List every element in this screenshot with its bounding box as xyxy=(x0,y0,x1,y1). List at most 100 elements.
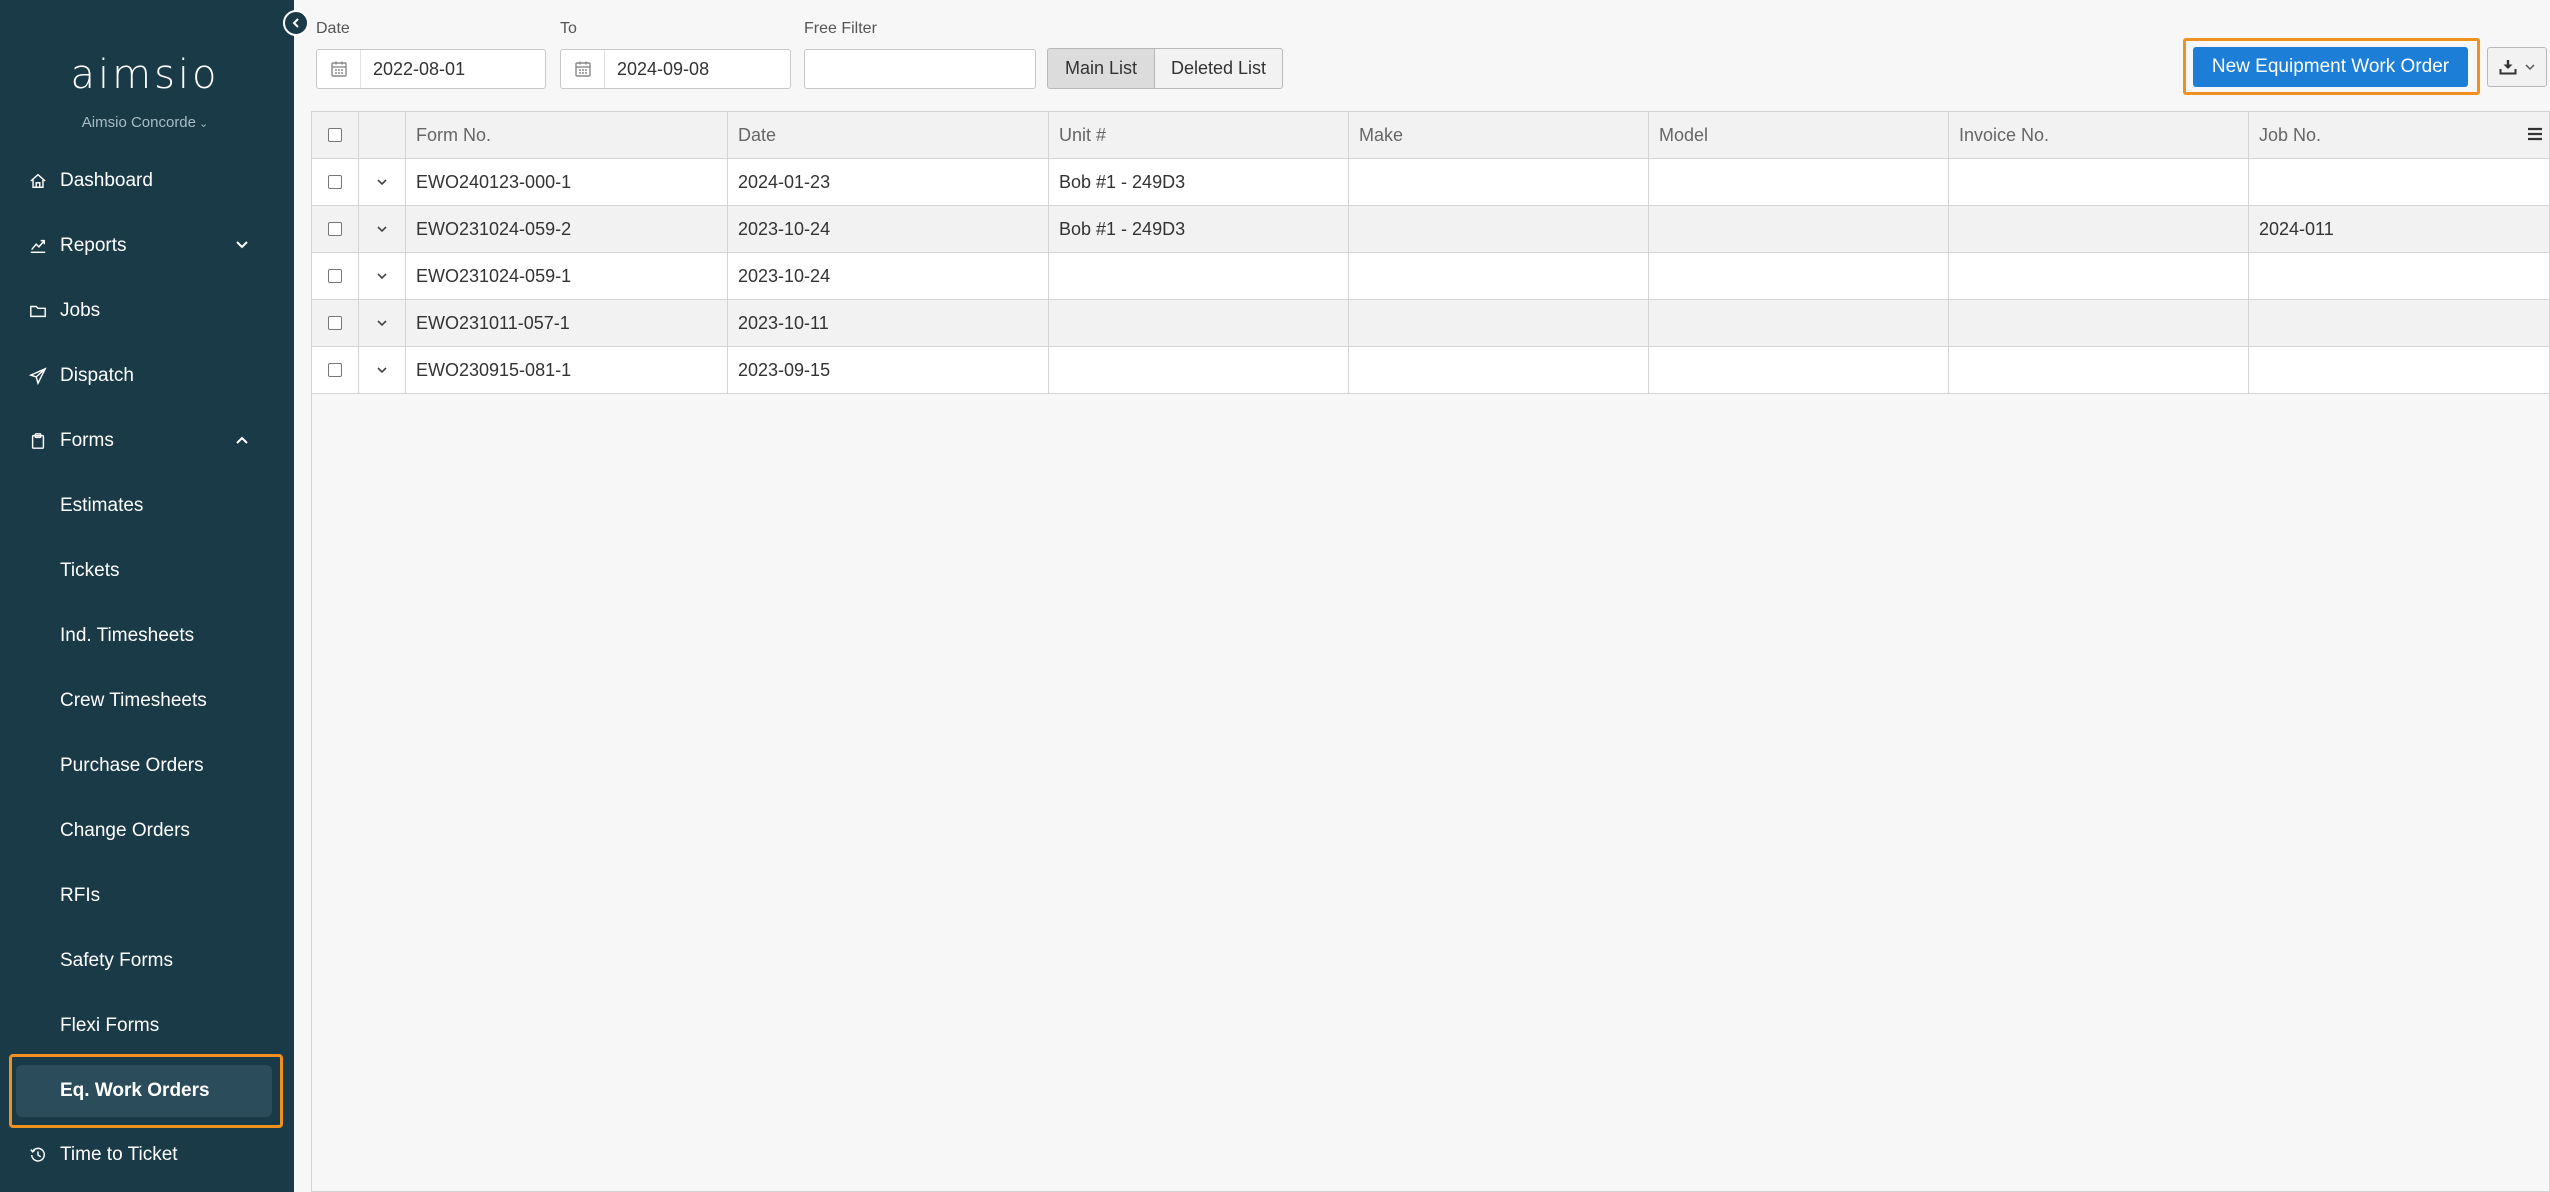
row-select-cell xyxy=(312,300,359,346)
calendar-icon[interactable] xyxy=(317,50,361,88)
cell-model xyxy=(1649,253,1949,299)
chart-icon xyxy=(28,236,48,256)
row-expand-cell xyxy=(359,159,406,205)
sidebar-item-tickets[interactable]: Tickets xyxy=(0,538,294,603)
cell-unit xyxy=(1049,300,1349,346)
chevron-down-icon[interactable] xyxy=(234,237,250,253)
chevron-down-icon: ⌄ xyxy=(199,118,209,130)
chevron-down-icon[interactable] xyxy=(376,225,388,233)
table-row[interactable]: EWO231024-059-1 2023-10-24 xyxy=(312,253,2549,300)
sidebar-item-rfis[interactable]: RFIs xyxy=(0,863,294,928)
sidebar: aimsio Aimsio Concorde ⌄ Dashboard Report… xyxy=(0,0,294,1192)
row-select-cell xyxy=(312,347,359,393)
row-checkbox[interactable] xyxy=(328,269,342,283)
sidebar-item-label: Time to Ticket xyxy=(60,1143,178,1165)
cell-unit xyxy=(1049,347,1349,393)
cell-form-no: EWO230915-081-1 xyxy=(406,347,728,393)
table-row[interactable]: EWO240123-000-1 2024-01-23 Bob #1 - 249D… xyxy=(312,159,2549,206)
chevron-down-icon[interactable] xyxy=(376,178,388,186)
cell-job-no xyxy=(2249,253,2549,299)
column-menu-icon[interactable] xyxy=(2525,124,2545,144)
cell-form-no: EWO240123-000-1 xyxy=(406,159,728,205)
sidebar-collapse-button[interactable] xyxy=(283,10,309,36)
date-to-label: To xyxy=(560,20,577,37)
calendar-icon[interactable] xyxy=(561,50,605,88)
date-from-label: Date xyxy=(316,20,350,37)
sidebar-item-ind-timesheets[interactable]: Ind. Timesheets xyxy=(0,603,294,668)
cell-make xyxy=(1349,253,1649,299)
cell-make xyxy=(1349,300,1649,346)
grid-header: Form No. Date Unit # Make Model Invoice … xyxy=(312,112,2549,159)
clock-history-icon xyxy=(28,1145,48,1165)
chevron-left-icon xyxy=(292,18,299,28)
export-button[interactable] xyxy=(2487,47,2547,87)
cell-form-no: EWO231011-057-1 xyxy=(406,300,728,346)
sidebar-item-estimates[interactable]: Estimates xyxy=(0,473,294,538)
cell-invoice-no xyxy=(1949,206,2249,252)
app-logo[interactable]: aimsio xyxy=(0,52,290,98)
column-header-job-no[interactable]: Job No. xyxy=(2249,112,2549,158)
cell-form-no: EWO231024-059-2 xyxy=(406,206,728,252)
cell-invoice-no xyxy=(1949,347,2249,393)
table-row[interactable]: EWO231024-059-2 2023-10-24 Bob #1 - 249D… xyxy=(312,206,2549,253)
cell-job-no xyxy=(2249,347,2549,393)
cell-unit: Bob #1 - 249D3 xyxy=(1049,159,1349,205)
chevron-down-icon[interactable] xyxy=(376,272,388,280)
new-equipment-work-order-button[interactable]: New Equipment Work Order xyxy=(2193,47,2468,87)
chevron-down-icon[interactable] xyxy=(376,366,388,374)
sidebar-item-flexi-forms[interactable]: Flexi Forms xyxy=(0,993,294,1058)
company-switcher[interactable]: Aimsio Concorde ⌄ xyxy=(0,114,290,131)
row-checkbox[interactable] xyxy=(328,175,342,189)
chevron-up-icon[interactable] xyxy=(234,432,250,448)
chevron-down-icon xyxy=(2525,64,2535,71)
sidebar-item-label: Dispatch xyxy=(60,364,134,386)
sidebar-item-forms[interactable]: Forms xyxy=(0,408,294,473)
cell-invoice-no xyxy=(1949,159,2249,205)
cell-date: 2023-10-24 xyxy=(728,206,1049,252)
sidebar-item-eq-work-orders[interactable]: Eq. Work Orders xyxy=(16,1065,272,1117)
sidebar-item-change-orders[interactable]: Change Orders xyxy=(0,798,294,863)
row-select-cell xyxy=(312,253,359,299)
date-from-input[interactable]: 2022-08-01 xyxy=(316,49,546,89)
column-header-model[interactable]: Model xyxy=(1649,112,1949,158)
row-checkbox[interactable] xyxy=(328,222,342,236)
cell-model xyxy=(1649,347,1949,393)
expand-column-header xyxy=(359,112,406,158)
free-filter-input[interactable] xyxy=(804,49,1036,89)
sidebar-item-reports[interactable]: Reports xyxy=(0,213,294,278)
table-row[interactable]: EWO231011-057-1 2023-10-11 xyxy=(312,300,2549,347)
row-expand-cell xyxy=(359,206,406,252)
cell-job-no: 2024-011 xyxy=(2259,218,2334,239)
chevron-down-icon[interactable] xyxy=(376,319,388,327)
sidebar-item-dispatch[interactable]: Dispatch xyxy=(0,343,294,408)
folder-icon xyxy=(28,301,48,321)
column-header-form-no[interactable]: Form No. xyxy=(406,112,728,158)
column-header-invoice-no[interactable]: Invoice No. xyxy=(1949,112,2249,158)
sidebar-item-jobs[interactable]: Jobs xyxy=(0,278,294,343)
company-name: Aimsio Concorde xyxy=(81,114,196,131)
sidebar-item-purchase-orders[interactable]: Purchase Orders xyxy=(0,733,294,798)
select-all-checkbox[interactable] xyxy=(328,128,342,142)
sidebar-item-time-to-ticket[interactable]: Time to Ticket xyxy=(0,1122,294,1187)
table-row[interactable]: EWO230915-081-1 2023-09-15 xyxy=(312,347,2549,394)
cell-make xyxy=(1349,159,1649,205)
row-checkbox[interactable] xyxy=(328,363,342,377)
cell-make xyxy=(1349,347,1649,393)
date-to-input[interactable]: 2024-09-08 xyxy=(560,49,791,89)
download-icon xyxy=(2499,60,2517,75)
sidebar-item-crew-timesheets[interactable]: Crew Timesheets xyxy=(0,668,294,733)
deleted-list-toggle[interactable]: Deleted List xyxy=(1154,48,1283,89)
cell-unit xyxy=(1049,253,1349,299)
column-header-make[interactable]: Make xyxy=(1349,112,1649,158)
row-expand-cell xyxy=(359,300,406,346)
row-checkbox[interactable] xyxy=(328,316,342,330)
row-expand-cell xyxy=(359,347,406,393)
column-header-date[interactable]: Date xyxy=(728,112,1049,158)
sidebar-item-dashboard[interactable]: Dashboard xyxy=(0,148,294,213)
cell-invoice-no xyxy=(1949,253,2249,299)
sidebar-item-safety-forms[interactable]: Safety Forms xyxy=(0,928,294,993)
main-list-toggle[interactable]: Main List xyxy=(1047,48,1155,89)
cell-date: 2024-01-23 xyxy=(728,159,1049,205)
free-filter-label: Free Filter xyxy=(804,20,877,37)
column-header-unit[interactable]: Unit # xyxy=(1049,112,1349,158)
